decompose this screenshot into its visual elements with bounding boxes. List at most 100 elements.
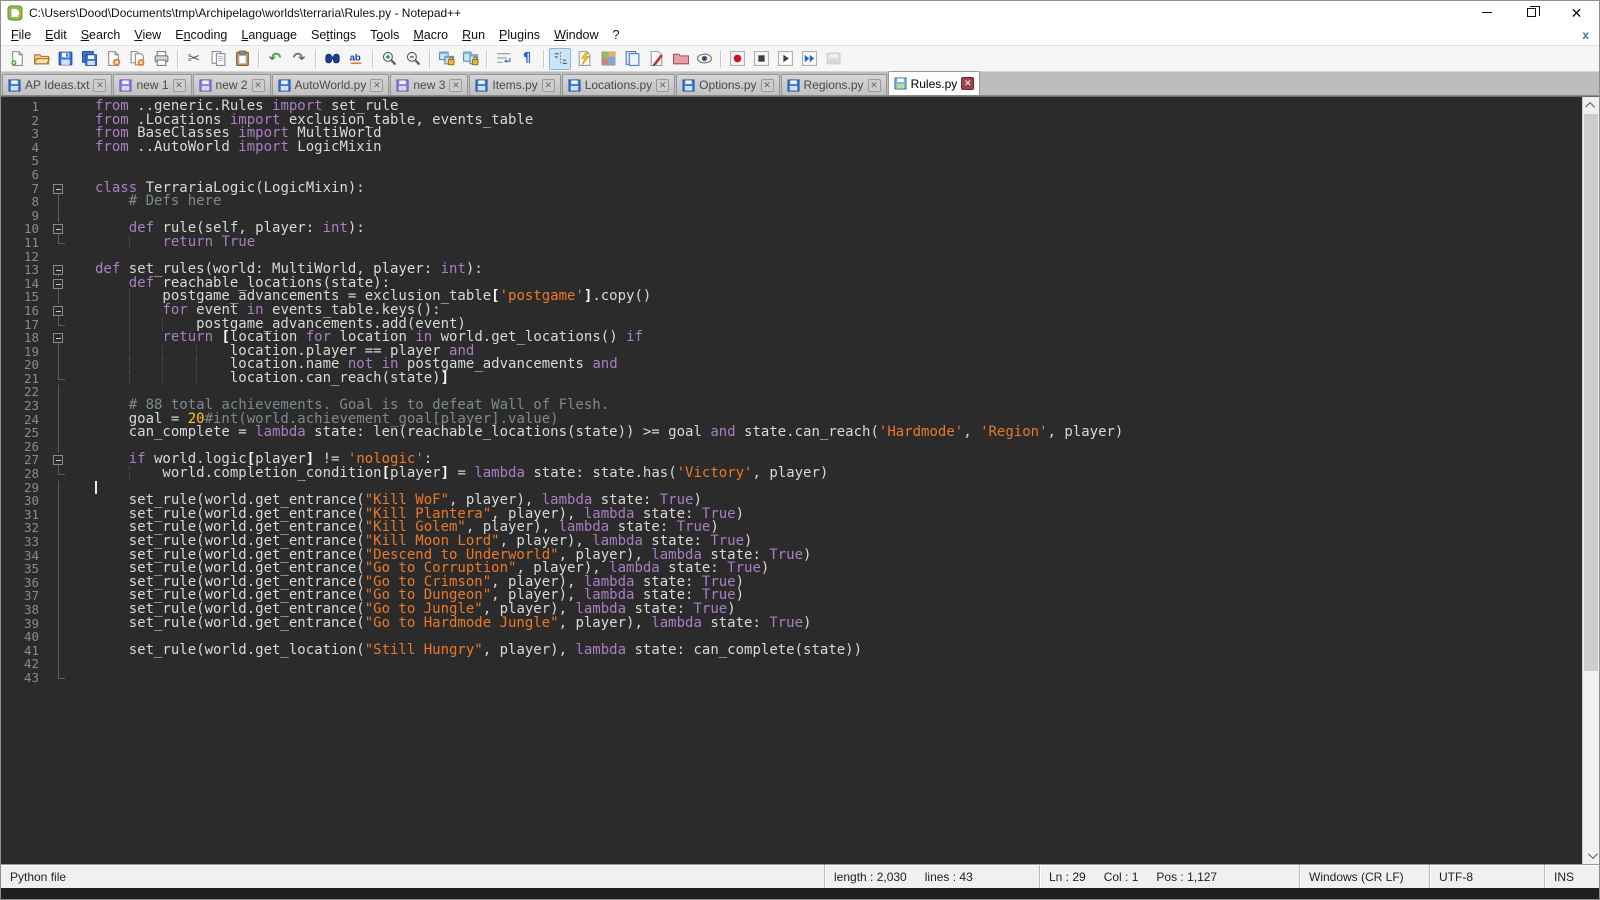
menu-item-settings[interactable]: Settings: [304, 26, 363, 44]
tab-items-py[interactable]: Items.py✕: [469, 74, 560, 95]
code-text[interactable]: def rule(self, player: int):: [69, 222, 1582, 236]
tab-close-icon[interactable]: ✕: [93, 79, 106, 92]
menu-item-run[interactable]: Run: [455, 26, 492, 44]
line-number[interactable]: 38: [1, 603, 49, 617]
word-wrap-icon[interactable]: [492, 48, 514, 70]
line-number[interactable]: 2: [1, 114, 49, 128]
line-number[interactable]: 19: [1, 345, 49, 359]
menu-item-view[interactable]: View: [127, 26, 168, 44]
code-line[interactable]: 25 can_complete = lambda state: len(reac…: [1, 426, 1582, 440]
line-number[interactable]: 25: [1, 426, 49, 440]
find-icon[interactable]: [321, 48, 343, 70]
code-line[interactable]: 21 location.can_reach(state)]: [1, 372, 1582, 386]
line-number[interactable]: 29: [1, 481, 49, 495]
redo-icon[interactable]: ↷: [288, 48, 310, 70]
line-number[interactable]: 14: [1, 277, 49, 291]
code-text[interactable]: set_rule(world.get_location("Still Hungr…: [69, 644, 1582, 658]
zoom-in-icon[interactable]: [378, 48, 400, 70]
code-line[interactable]: 11 return True: [1, 236, 1582, 250]
code-text[interactable]: [69, 671, 1582, 685]
tab-locations-py[interactable]: Locations.py✕: [562, 74, 675, 95]
indent-guide-icon[interactable]: [549, 48, 571, 70]
code-text[interactable]: # Defs here: [69, 195, 1582, 209]
cut-icon[interactable]: ✂: [183, 48, 205, 70]
user-defined-language-icon[interactable]: [573, 48, 595, 70]
tab-close-icon[interactable]: ✕: [252, 79, 265, 92]
tab-close-icon[interactable]: ✕: [868, 79, 881, 92]
code-line[interactable]: 43: [1, 671, 1582, 685]
tab-close-icon[interactable]: ✕: [370, 79, 383, 92]
close-all-icon[interactable]: [126, 48, 148, 70]
code-text[interactable]: from ..AutoWorld import LogicMixin: [69, 141, 1582, 155]
line-number[interactable]: 20: [1, 358, 49, 372]
paste-icon[interactable]: [231, 48, 253, 70]
fold-collapse-icon[interactable]: [49, 263, 69, 277]
fold-collapse-icon[interactable]: [49, 304, 69, 318]
new-file-icon[interactable]: [6, 48, 28, 70]
line-number[interactable]: 28: [1, 467, 49, 481]
code-text[interactable]: can_complete = lambda state: len(reachab…: [69, 426, 1582, 440]
replace-icon[interactable]: ab: [345, 48, 367, 70]
macro-stop-icon[interactable]: [750, 48, 772, 70]
menu-item-plugins[interactable]: Plugins: [492, 26, 547, 44]
code-text[interactable]: [69, 657, 1582, 671]
line-number[interactable]: 5: [1, 154, 49, 168]
line-number[interactable]: 4: [1, 141, 49, 155]
sync-vertical-icon[interactable]: [435, 48, 457, 70]
line-number[interactable]: 43: [1, 671, 49, 685]
fold-collapse-icon[interactable]: [49, 277, 69, 291]
macro-record-icon[interactable]: [726, 48, 748, 70]
line-number[interactable]: 3: [1, 127, 49, 141]
line-number[interactable]: 33: [1, 535, 49, 549]
document-map-icon[interactable]: [597, 48, 619, 70]
line-number[interactable]: 1: [1, 100, 49, 114]
menu-item-tools[interactable]: Tools: [363, 26, 406, 44]
tab-close-icon[interactable]: ✕: [761, 79, 774, 92]
line-number[interactable]: 7: [1, 182, 49, 196]
line-number[interactable]: 15: [1, 290, 49, 304]
menu-item-window[interactable]: Window: [547, 26, 605, 44]
line-number[interactable]: 13: [1, 263, 49, 277]
line-number[interactable]: 39: [1, 617, 49, 631]
save-all-icon[interactable]: [78, 48, 100, 70]
line-number[interactable]: 24: [1, 413, 49, 427]
close-button[interactable]: ✕: [1554, 1, 1599, 24]
scrollbar-track[interactable]: [1583, 114, 1599, 847]
code-text[interactable]: world.completion_condition[player] = lam…: [69, 467, 1582, 481]
code-line[interactable]: 41 set_rule(world.get_location("Still Hu…: [1, 644, 1582, 658]
code-lines[interactable]: 1from ..generic.Rules import set_rule2fr…: [1, 97, 1582, 864]
code-line[interactable]: 4 from ..AutoWorld import LogicMixin: [1, 141, 1582, 155]
macro-run-multiple-icon[interactable]: [798, 48, 820, 70]
line-number[interactable]: 16: [1, 304, 49, 318]
macro-save-icon[interactable]: [822, 48, 844, 70]
monitoring-icon[interactable]: [693, 48, 715, 70]
scroll-up-button[interactable]: [1583, 97, 1599, 114]
status-encoding[interactable]: UTF-8: [1430, 865, 1545, 888]
line-number[interactable]: 42: [1, 657, 49, 671]
line-number[interactable]: 18: [1, 331, 49, 345]
menu-item-[interactable]: ?: [606, 26, 627, 44]
function-list-icon[interactable]: [645, 48, 667, 70]
scrollbar-thumb[interactable]: [1584, 114, 1598, 671]
code-line[interactable]: 8 # Defs here: [1, 195, 1582, 209]
restore-button[interactable]: [1509, 1, 1554, 24]
close-icon[interactable]: [102, 48, 124, 70]
minimize-button[interactable]: [1464, 1, 1509, 24]
undo-icon[interactable]: ↶: [264, 48, 286, 70]
tab-autoworld-py[interactable]: AutoWorld.py✕: [272, 74, 390, 95]
line-number[interactable]: 41: [1, 644, 49, 658]
line-number[interactable]: 26: [1, 440, 49, 454]
line-number[interactable]: 36: [1, 576, 49, 590]
line-number[interactable]: 30: [1, 494, 49, 508]
code-text[interactable]: set_rule(world.get_entrance("Go to Hardm…: [69, 617, 1582, 631]
line-number[interactable]: 8: [1, 195, 49, 209]
line-number[interactable]: 35: [1, 562, 49, 576]
code-text[interactable]: [69, 154, 1582, 168]
code-line[interactable]: 39 set_rule(world.get_entrance("Go to Ha…: [1, 617, 1582, 631]
code-line[interactable]: 42: [1, 657, 1582, 671]
tab-close-icon[interactable]: ✕: [542, 79, 555, 92]
open-icon[interactable]: [30, 48, 52, 70]
sync-horizontal-icon[interactable]: [459, 48, 481, 70]
tab-regions-py[interactable]: Regions.py✕: [781, 74, 887, 95]
show-all-characters-icon[interactable]: ¶: [516, 48, 538, 70]
